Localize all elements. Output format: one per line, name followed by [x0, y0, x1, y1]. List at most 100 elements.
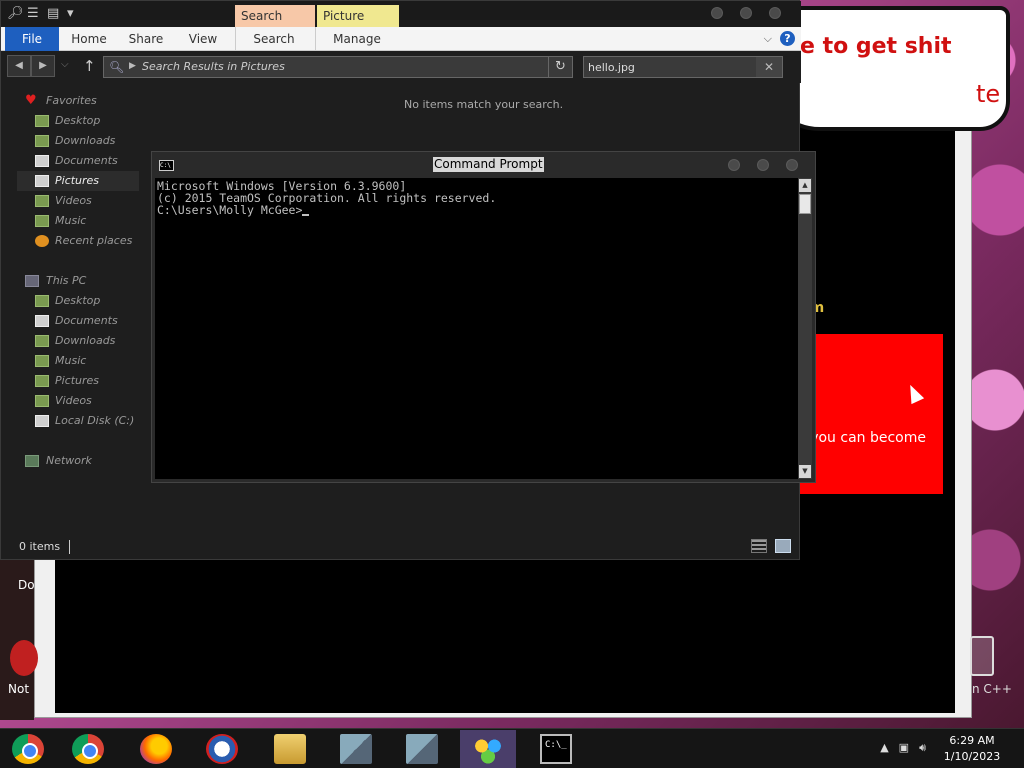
scroll-up-arrow-icon[interactable]: ▲ [799, 179, 811, 192]
cmd-vertical-scrollbar[interactable]: ▲ ▼ [798, 178, 812, 479]
back-button[interactable]: ◀ [7, 55, 31, 77]
nav-pc-documents[interactable]: Documents [17, 311, 139, 331]
cmd-window-controls [728, 159, 798, 171]
nav-fav-documents[interactable]: Documents [17, 151, 139, 171]
tab-view[interactable]: View [181, 27, 225, 51]
downloads-icon [35, 135, 49, 147]
system-tray: ▲ ▣ 🔊︎ [880, 741, 926, 755]
cmd-minimize-button[interactable] [728, 159, 740, 171]
network-status-icon[interactable]: ▣ [899, 741, 909, 755]
forward-button[interactable]: ▶ [31, 55, 55, 77]
cmd-titlebar[interactable]: C:\ Command Prompt [152, 152, 815, 178]
speech-bubble-text: e to get shit [800, 34, 952, 59]
console-output[interactable]: Microsoft Windows [Version 6.3.9600] (c) … [155, 178, 798, 479]
close-button[interactable] [769, 7, 781, 19]
refresh-icon[interactable]: ↻ [548, 57, 572, 77]
taskbar-firefox[interactable] [128, 730, 184, 768]
nav-pc-downloads[interactable]: Downloads [17, 331, 139, 351]
new-folder-icon[interactable]: ▤ [47, 6, 61, 22]
command-prompt-window[interactable]: C:\ Command Prompt Microsoft Windows [Ve… [151, 151, 816, 483]
nav-this-pc[interactable]: This PC [17, 271, 139, 291]
taskbar-file-explorer[interactable] [262, 730, 318, 768]
nav-pc-pictures[interactable]: Pictures [17, 371, 139, 391]
recent-places-icon [35, 235, 49, 247]
status-separator [69, 540, 70, 554]
help-icon[interactable]: ? [780, 31, 795, 46]
breadcrumb-arrow-icon[interactable]: ▶ [129, 61, 136, 71]
chrome-app-icon [12, 734, 44, 764]
left-strip-text-1: Do [18, 578, 35, 592]
taskbar-command-prompt[interactable]: C:\_ [528, 730, 584, 768]
recent-locations-chevron-icon[interactable]: ⌵ [61, 59, 69, 70]
nav-pc-local-disk[interactable]: Local Disk (C:) [17, 411, 139, 431]
red-banner-text: r you can become [800, 430, 926, 446]
desktop-icon [35, 295, 49, 307]
ribbon-tabs: File Home Share View Search Manage ⌵ ? [1, 27, 801, 51]
recycle-bin-icon[interactable] [970, 636, 994, 676]
cmd-close-button[interactable] [786, 159, 798, 171]
minimize-button[interactable] [711, 7, 723, 19]
nav-fav-downloads[interactable]: Downloads [17, 131, 139, 151]
cmd-app-icon[interactable]: C:\ [159, 160, 174, 171]
desktop-icon [35, 115, 49, 127]
search-box[interactable]: ✕ [583, 56, 783, 78]
music-icon [35, 355, 49, 367]
left-desktop-strip: Do Not [0, 560, 38, 720]
search-tools-tab[interactable]: Search Tools [235, 5, 315, 45]
search-icon[interactable]: 🔎︎ [7, 6, 24, 22]
navigation-pane: ♥ Favorites Desktop Downloads Documents P… [1, 91, 151, 511]
nav-fav-videos[interactable]: Videos [17, 191, 139, 211]
nav-fav-desktop[interactable]: Desktop [17, 111, 139, 131]
nav-pc-music[interactable]: Music [17, 351, 139, 371]
new-document-icon[interactable]: ☰ [27, 6, 41, 22]
tab-search[interactable]: Search [237, 27, 311, 51]
address-text: Search Results in Pictures [142, 60, 285, 73]
documents-icon [35, 315, 49, 327]
taskbar-chrome[interactable] [60, 730, 116, 768]
large-icons-view-icon[interactable] [775, 539, 791, 553]
taskbar-campaign-app[interactable] [194, 730, 250, 768]
item-count: 0 items [19, 540, 61, 553]
scroll-thumb[interactable] [799, 194, 811, 214]
nav-fav-recent-places[interactable]: Recent places [17, 231, 139, 251]
up-arrow-icon[interactable]: ↑ [83, 57, 96, 75]
nav-fav-pictures[interactable]: Pictures [17, 171, 139, 191]
clear-search-icon[interactable]: ✕ [756, 57, 782, 77]
nav-pc-videos[interactable]: Videos [17, 391, 139, 411]
tab-file[interactable]: File [5, 27, 59, 51]
pictures-icon [35, 175, 49, 187]
show-hidden-icons-icon[interactable]: ▲ [880, 741, 888, 755]
taskbar-chrome-app-a[interactable] [0, 730, 56, 768]
taskbar-pc-setup-b[interactable] [394, 730, 450, 768]
console-prompt: C:\Users\Molly McGee> [157, 203, 303, 217]
search-input[interactable] [588, 59, 753, 75]
tab-home[interactable]: Home [65, 27, 113, 51]
pictures-icon [35, 375, 49, 387]
cmd-maximize-button[interactable] [757, 159, 769, 171]
volume-icon[interactable]: 🔊︎ [919, 741, 926, 755]
explorer-titlebar[interactable]: 🔎︎ ☰ ▤ ▾ Search Tools Picture Tools [1, 1, 801, 45]
nav-fav-music[interactable]: Music [17, 211, 139, 231]
address-bar[interactable]: 🔍︎ ▶ Search Results in Pictures ↻ [103, 56, 573, 78]
nav-favorites[interactable]: ♥ Favorites [17, 91, 139, 111]
ribbon-separator [235, 27, 236, 51]
console-text: Microsoft Windows [Version 6.3.9600] (c) … [157, 180, 496, 216]
scroll-down-arrow-icon[interactable]: ▼ [799, 465, 811, 478]
maximize-button[interactable] [740, 7, 752, 19]
computer-setup-icon [406, 734, 438, 764]
taskbar-people-app[interactable] [460, 730, 516, 768]
nav-network[interactable]: Network [17, 451, 139, 471]
tab-share[interactable]: Share [121, 27, 171, 51]
desktop-cpp-label: n C++ [972, 682, 1012, 696]
red-banner[interactable]: r you can become [800, 334, 943, 494]
taskbar-pc-setup-a[interactable] [328, 730, 384, 768]
picture-tools-tab[interactable]: Picture Tools [317, 5, 399, 45]
details-view-icon[interactable] [751, 539, 767, 553]
network-icon [25, 455, 39, 467]
expand-ribbon-chevron-icon[interactable]: ⌵ [764, 32, 772, 46]
circular-logo-icon [206, 734, 238, 764]
tab-manage[interactable]: Manage [319, 27, 395, 51]
nav-pc-desktop[interactable]: Desktop [17, 291, 139, 311]
chevron-down-icon[interactable]: ▾ [67, 6, 81, 22]
system-clock[interactable]: 6:29 AM 1/10/2023 [942, 733, 1002, 765]
